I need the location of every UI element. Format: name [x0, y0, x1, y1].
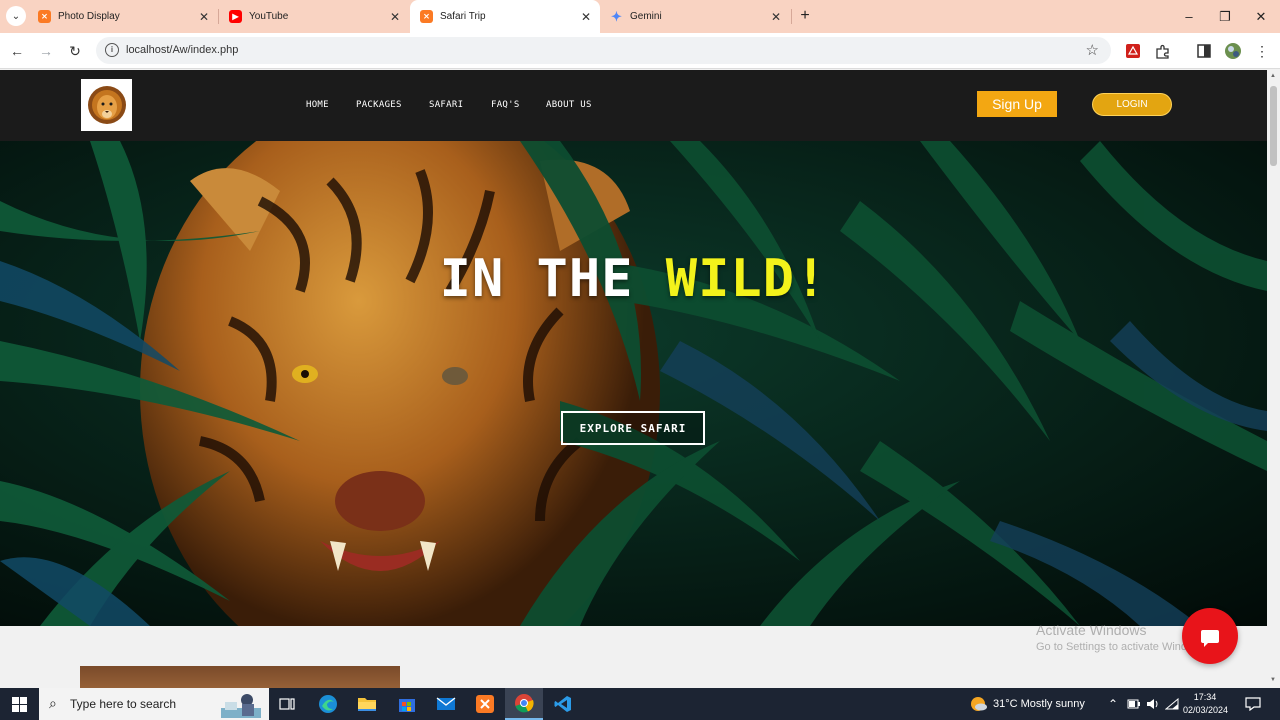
page-scrollbar[interactable]: ▲ ▼ — [1267, 70, 1280, 688]
scroll-down-arrow-icon[interactable]: ▼ — [1270, 677, 1276, 683]
file-explorer-icon[interactable] — [348, 688, 386, 720]
nav-packages[interactable]: PACKAGES — [356, 100, 402, 110]
extensions-puzzle-icon[interactable] — [1152, 41, 1172, 61]
forward-arrow-icon[interactable]: → — [36, 41, 56, 61]
search-highlight-illustration — [221, 694, 261, 718]
close-tab-icon[interactable]: ✕ — [387, 10, 403, 24]
task-view-icon[interactable] — [268, 688, 306, 720]
hero-heading: IN THE WILD! — [0, 249, 1267, 309]
mail-icon[interactable] — [427, 688, 465, 720]
close-tab-icon[interactable]: ✕ — [768, 10, 784, 24]
tab-title: YouTube — [249, 11, 289, 22]
tab-photo-display[interactable]: ⨯ Photo Display ✕ — [28, 0, 218, 33]
close-window-icon[interactable]: ✕ — [1244, 0, 1278, 33]
notifications-icon[interactable] — [1245, 688, 1261, 720]
network-wifi-icon[interactable] — [1165, 688, 1179, 720]
chat-bubble-icon — [1201, 629, 1219, 647]
site-logo[interactable] — [81, 79, 132, 131]
scrollbar-thumb[interactable] — [1270, 86, 1277, 166]
chat-button[interactable] — [1182, 608, 1238, 664]
bookmark-star-icon[interactable]: ☆ — [1086, 41, 1099, 59]
minimize-icon[interactable]: – — [1172, 0, 1206, 33]
edge-browser-icon[interactable] — [309, 688, 347, 720]
explore-safari-button[interactable]: EXPLORE SAFARI — [561, 411, 705, 445]
gemini-sparkle-icon: ✦ — [611, 8, 622, 24]
pdf-extension-icon[interactable] — [1123, 41, 1143, 61]
address-bar[interactable]: i localhost/Aw/index.php ☆ — [96, 37, 1111, 64]
site-navbar: HOME PACKAGES SAFARI FAQ'S ABOUT US Sign… — [0, 70, 1267, 141]
login-button[interactable]: LOGIN — [1092, 93, 1172, 116]
tab-divider — [791, 9, 792, 24]
tab-safari-trip[interactable]: ⨯ Safari Trip ✕ — [410, 0, 600, 33]
reload-icon[interactable]: ↻ — [65, 41, 85, 61]
close-tab-icon[interactable]: ✕ — [578, 10, 594, 24]
browser-toolbar: ← → ↻ i localhost/Aw/index.php ☆ ⋮ — [0, 33, 1280, 69]
nav-home[interactable]: HOME — [306, 100, 329, 110]
taskbar-search-box[interactable]: ⌕ Type here to search — [39, 688, 269, 720]
close-tab-icon[interactable]: ✕ — [196, 10, 212, 24]
hero-heading-white: IN THE — [439, 249, 666, 309]
profile-avatar-icon[interactable] — [1223, 41, 1243, 61]
sunny-weather-icon — [971, 697, 987, 711]
weather-widget[interactable]: 31°C Mostly sunny — [969, 688, 1085, 720]
url-text[interactable]: localhost/Aw/index.php — [126, 44, 238, 56]
microsoft-store-icon[interactable] — [388, 688, 426, 720]
lion-logo-icon — [87, 86, 126, 124]
nav-faqs[interactable]: FAQ'S — [491, 100, 520, 110]
nav-safari[interactable]: SAFARI — [429, 100, 463, 110]
search-placeholder: Type here to search — [70, 697, 177, 711]
tab-title: Photo Display — [58, 11, 120, 22]
side-panel-icon[interactable] — [1194, 41, 1214, 61]
tab-youtube[interactable]: ▶ YouTube ✕ — [219, 0, 409, 33]
scroll-up-arrow-icon[interactable]: ▲ — [1270, 73, 1276, 79]
windows-taskbar: ⌕ Type here to search 31°C Mostly sunny … — [0, 688, 1280, 720]
site-info-icon[interactable]: i — [105, 43, 119, 57]
hero-banner: IN THE WILD! EXPLORE SAFARI — [0, 141, 1267, 626]
windows-logo-icon — [11, 696, 27, 712]
vscode-icon[interactable] — [544, 688, 582, 720]
tab-search-chevron-icon[interactable]: ⌄ — [6, 6, 26, 26]
tab-title: Gemini — [630, 11, 662, 22]
show-hidden-icons-chevron-icon[interactable]: ⌃ — [1108, 688, 1118, 720]
tab-title: Safari Trip — [440, 11, 486, 22]
xampp-icon: ⨯ — [420, 10, 433, 23]
battery-icon[interactable] — [1127, 688, 1141, 720]
content-card-image[interactable] — [80, 666, 400, 688]
restore-icon[interactable]: ❐ — [1208, 0, 1242, 33]
chrome-icon[interactable] — [505, 688, 543, 720]
start-button[interactable] — [0, 688, 38, 720]
search-icon: ⌕ — [49, 695, 57, 711]
back-arrow-icon[interactable]: ← — [7, 41, 27, 61]
xampp-icon: ⨯ — [38, 10, 51, 23]
webpage: HOME PACKAGES SAFARI FAQ'S ABOUT US Sign… — [0, 70, 1267, 688]
sign-up-button[interactable]: Sign Up — [977, 91, 1057, 117]
browser-tab-strip: ⌄ ⨯ Photo Display ✕ ▶ YouTube ✕ ⨯ Safari… — [0, 0, 1280, 33]
taskbar-clock[interactable]: 17:34 02/03/2024 — [1183, 691, 1229, 717]
hero-heading-accent: WILD! — [665, 249, 828, 309]
clock-date: 02/03/2024 — [1183, 705, 1229, 715]
xampp-taskbar-icon[interactable] — [466, 688, 504, 720]
new-tab-plus-icon[interactable]: + — [795, 6, 815, 26]
tiger-jungle-hero-image — [0, 141, 1267, 626]
weather-text: 31°C Mostly sunny — [993, 698, 1085, 710]
clock-time: 17:34 — [1193, 692, 1217, 702]
volume-icon[interactable] — [1146, 688, 1160, 720]
nav-about-us[interactable]: ABOUT US — [546, 100, 592, 110]
youtube-icon: ▶ — [229, 10, 242, 23]
menu-kebab-icon[interactable]: ⋮ — [1252, 41, 1272, 61]
tab-gemini[interactable]: ✦ Gemini ✕ — [600, 0, 790, 33]
